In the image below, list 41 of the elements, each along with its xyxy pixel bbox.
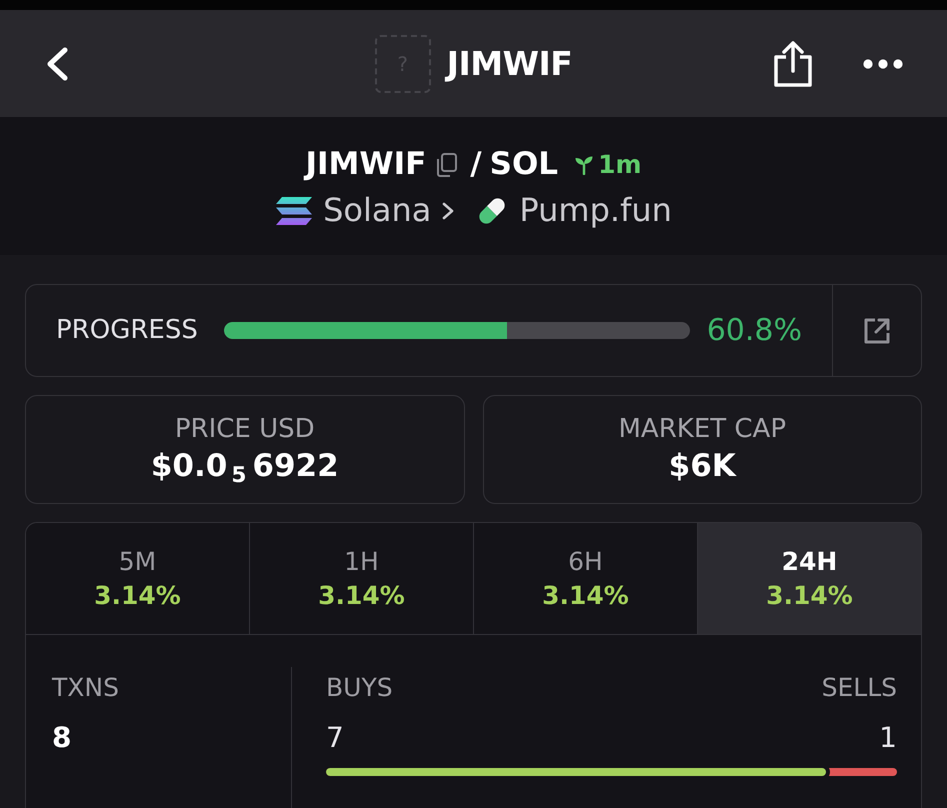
timeframe-label: 1H: [344, 546, 379, 576]
buys-label: BUYS: [326, 673, 393, 703]
timeframe-tab[interactable]: 1H 3.14%: [249, 523, 473, 634]
price-change: 3.14%: [318, 580, 405, 610]
more-icon: [863, 58, 903, 68]
timeframe-tab[interactable]: 6H 3.14%: [473, 523, 697, 634]
token-symbol: JIMWIF: [305, 146, 426, 184]
dex-name: Pump.fun: [519, 191, 672, 230]
timeframe-tab[interactable]: 5M 3.14%: [26, 523, 249, 634]
buys-count: 7: [326, 721, 344, 755]
stat-value: $6K: [668, 446, 736, 486]
price-change: 3.14%: [542, 580, 629, 610]
sells-count: 1: [879, 721, 897, 755]
quote-symbol: SOL: [490, 146, 558, 184]
txns-count: 8: [52, 721, 72, 755]
page-title: JIMWIF: [446, 42, 572, 85]
price-change: 3.14%: [94, 580, 181, 610]
pair-separator: /: [470, 146, 482, 184]
stat-label: PRICE USD: [174, 414, 315, 445]
chevron-right-icon: [441, 202, 456, 220]
copy-icon: [434, 152, 458, 178]
progress-label: PROGRESS: [56, 314, 198, 347]
timeframe-label: 6H: [568, 546, 603, 576]
question-mark: ?: [397, 52, 408, 76]
price-change: 3.14%: [766, 580, 853, 610]
copy-button[interactable]: [434, 152, 458, 178]
more-button[interactable]: [863, 58, 903, 68]
sprout-icon: [574, 154, 594, 175]
stat-label: MARKET CAP: [618, 414, 786, 445]
timeframe-label: 24H: [782, 546, 838, 576]
share-icon: [773, 40, 813, 88]
sells-label: SELLS: [822, 673, 897, 703]
timeframe-tab[interactable]: 24H 3.14%: [697, 523, 921, 634]
txns-label: TXNS: [52, 673, 120, 703]
timeframe-label: 5M: [118, 546, 156, 576]
chain-name: Solana: [323, 191, 432, 230]
progress-percentage: 60.8%: [706, 312, 802, 350]
share-button[interactable]: [773, 40, 813, 88]
solana-logo-icon: [275, 196, 314, 226]
pair-age: 1m: [598, 150, 642, 180]
stat-value: $0.0$_{5}$6922: [150, 446, 339, 486]
